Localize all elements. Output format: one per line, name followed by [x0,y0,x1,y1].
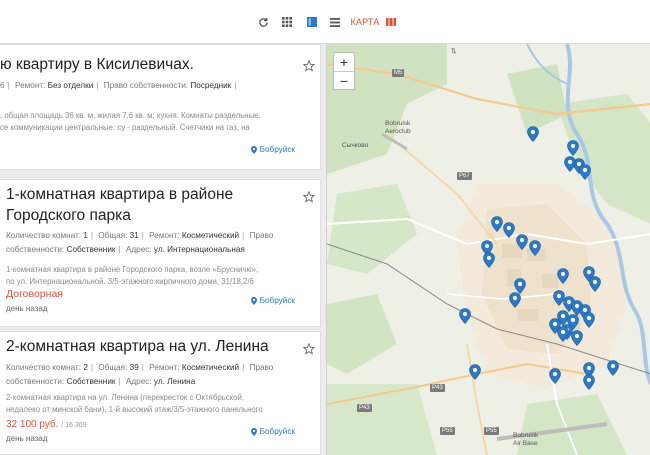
zoom-out-button[interactable]: − [334,71,354,89]
map-marker-icon[interactable] [583,374,595,390]
listing-card[interactable]: 2-комнатная квартира на ул. Ленина Колич… [0,331,321,455]
listing-params: Количество комнат: 2 | Общая: 39 | Ремонт:… [6,363,274,386]
map-marker-icon[interactable] [483,252,495,268]
refresh-icon[interactable] [256,15,270,29]
road-label: P55 [484,427,499,435]
road-label: P43 [430,384,445,392]
map-marker-icon[interactable] [459,308,471,324]
map-marker-icon[interactable] [527,126,539,142]
map-marker-icon[interactable] [516,234,528,250]
map-marker-icon[interactable] [529,240,541,256]
listing-description: 2-комнатная квартира на ул. Ленина (пере… [6,393,263,414]
map-label: Сычково [342,142,369,149]
map-label: Bobruisk [513,432,539,439]
map-marker-icon[interactable] [564,156,576,172]
zoom-control: + − [333,52,355,90]
tile-view-icon[interactable] [306,15,318,29]
map-label: Bobruisk [385,120,411,127]
listing-date: день назад [6,434,48,443]
map-marker-icon[interactable] [549,368,561,384]
listing-card[interactable]: ю квартиру в Кисилевичах. 6 | Ремонт: Без… [0,44,321,170]
list-view-icon[interactable] [329,15,341,29]
map-marker-icon[interactable] [491,216,503,232]
favorite-star-icon[interactable] [303,191,315,203]
map-marker-icon[interactable] [583,312,595,328]
view-toolbar: КАРТА [0,0,650,44]
map-label: Aeroclub [385,128,411,135]
listing-title[interactable]: 1-комнатная квартира в районе Городского… [6,184,276,226]
map-marker-icon[interactable] [607,360,619,376]
listing-title[interactable]: 2-комнатная квартира на ул. Ленина [6,336,269,357]
map-icon[interactable] [385,15,397,29]
map-view[interactable]: ⇅ M5 Bobruisk Aeroclub Сычково P67 P43 P… [326,44,650,455]
road-label: M5 [392,69,405,77]
map-view-link[interactable]: КАРТА [350,15,380,29]
app-window: КАРТА ю квартиру в Кисилевичах. 6 | Ремон… [0,0,650,455]
map-marker-icon[interactable] [571,330,583,346]
listing-params: 6 | Ремонт: Без отделки | Право собственно… [0,81,237,90]
listing-location[interactable]: Бобруйск [250,427,295,436]
location-pin-icon [250,145,257,154]
map-marker-icon[interactable] [557,268,569,284]
favorite-star-icon[interactable] [303,60,315,72]
listing-params: Количество комнат: 1 | Общая: 31 | Ремонт:… [6,231,274,254]
location-pin-icon [250,296,257,305]
listing-price: 32 100 руб. / 16 369 [6,419,87,430]
map-marker-icon[interactable] [567,140,579,156]
listing-description: , общая площадь 36 кв. м, жилая 7,6 кв. … [0,111,261,132]
map-label: ⇅ [451,48,457,55]
road-label: P55 [440,427,455,435]
favorite-star-icon[interactable] [303,343,315,355]
map-marker-icon[interactable] [503,222,515,238]
road-label: P43 [357,404,372,412]
map-marker-icon[interactable] [557,326,569,342]
listing-card[interactable]: 1-комнатная квартира в районе Городского… [0,179,321,327]
map-marker-icon[interactable] [579,164,591,180]
map-label: Air Base [513,440,538,447]
map-marker-icon[interactable] [589,276,601,292]
road-label: P67 [457,172,472,180]
zoom-in-button[interactable]: + [334,53,354,71]
listing-date: день назад [6,304,48,313]
map-marker-icon[interactable] [509,292,521,308]
listing-location[interactable]: Бобруйск [250,145,295,154]
map-marker-icon[interactable] [469,364,481,380]
listing-title[interactable]: ю квартиру в Кисилевичах. [0,54,194,75]
listing-price: Договорная [6,288,63,300]
listing-location[interactable]: Бобруйск [250,296,295,305]
location-pin-icon [250,427,257,436]
listing-column: ю квартиру в Кисилевичах. 6 | Ремонт: Без… [0,44,326,455]
grid-view-icon[interactable] [281,15,293,29]
listing-description: 1-комнатная квартира в районе Городского… [6,265,259,286]
